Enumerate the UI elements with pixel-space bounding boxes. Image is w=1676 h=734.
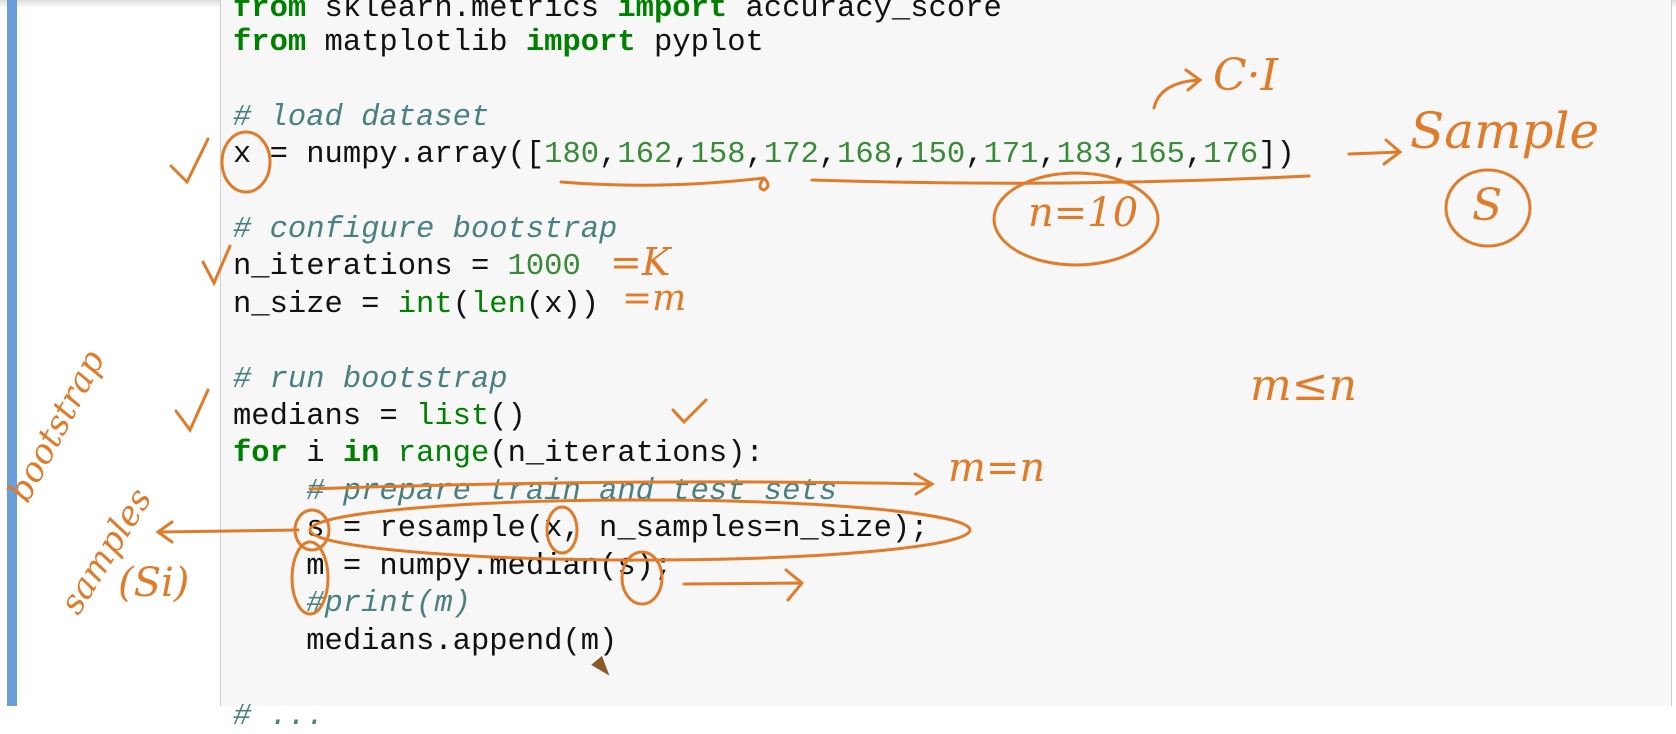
arrow-after-median [682, 568, 805, 602]
arrow-to-bootstrap-label [155, 520, 300, 544]
annotation-eq-m: =m [622, 278, 687, 319]
check-mark-medians [174, 388, 210, 433]
check-mark-iterations [201, 244, 232, 287]
annotation-ci: C·I [1213, 50, 1279, 101]
annotation-m-le-n: m≤n [1250, 360, 1357, 411]
strike-comment [308, 472, 935, 496]
annotation-n-equals: n=10 [1028, 190, 1139, 236]
circle-x [220, 130, 272, 194]
circle-s-var [293, 508, 331, 552]
annotation-sample: Sample [1410, 102, 1600, 160]
underline-values-2 [810, 174, 1311, 185]
check-mark-x [169, 137, 210, 185]
underline-values-1 [559, 176, 770, 192]
circle-x-arg [545, 505, 579, 555]
annotation-si: (Si) [118, 560, 190, 606]
check-mark-list [671, 398, 708, 425]
annotation-s: S [1472, 180, 1503, 231]
arrow-to-ci [1152, 68, 1203, 110]
arrow-to-sample [1347, 138, 1403, 166]
circle-m-var [290, 540, 330, 616]
annotation-m-eq-n: m=n [948, 445, 1046, 491]
